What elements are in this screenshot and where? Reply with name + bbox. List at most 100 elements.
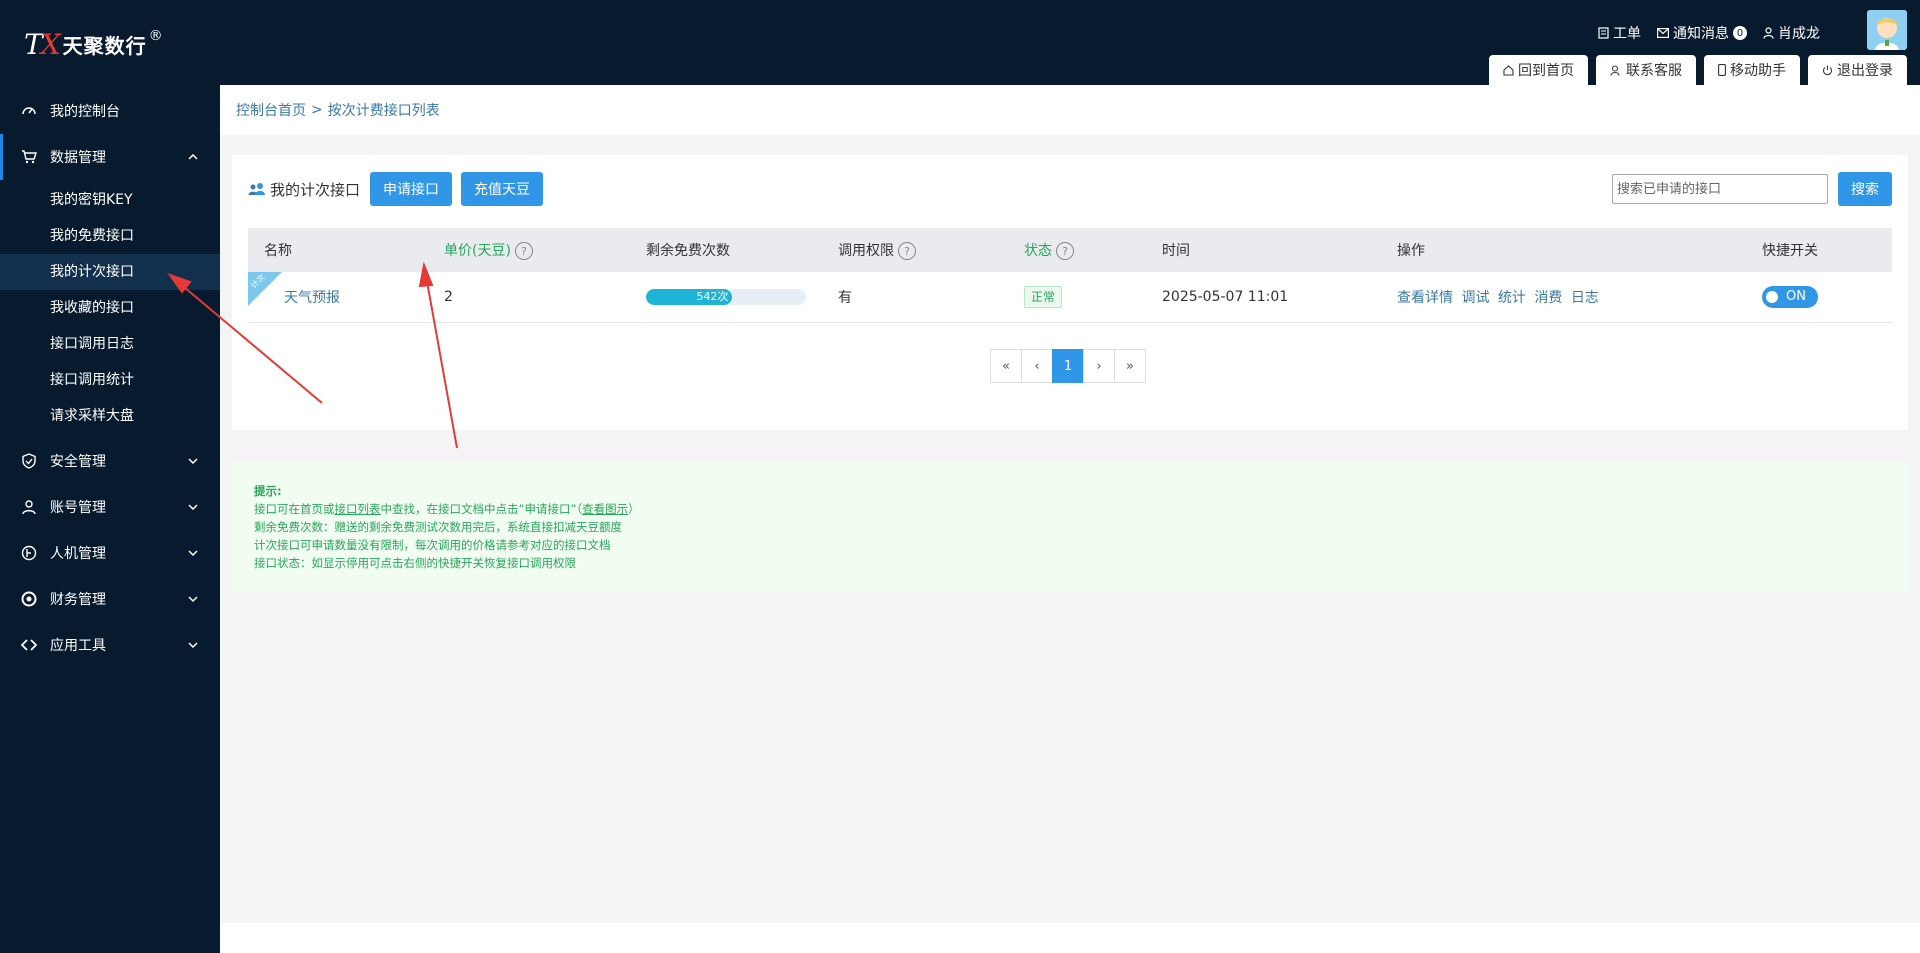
help-icon[interactable]: ?	[898, 242, 916, 260]
breadcrumb-current: 按次计费接口列表	[327, 103, 440, 119]
users-icon	[248, 183, 265, 195]
page-next-button[interactable]: ›	[1083, 349, 1115, 383]
sidebar-item-label: 人机管理	[50, 546, 106, 562]
sidebar-item-tools[interactable]: 应用工具	[0, 622, 220, 668]
page-last-button[interactable]: »	[1114, 349, 1146, 383]
sidebar-subitem-free-api[interactable]: 我的免费接口	[0, 218, 220, 254]
help-icon[interactable]: ?	[514, 242, 533, 260]
api-list-link[interactable]: 接口列表	[335, 502, 381, 516]
quick-switch-toggle[interactable]: ON	[1762, 285, 1818, 308]
chevron-down-icon	[186, 546, 200, 560]
sidebar-item-account[interactable]: 账号管理	[0, 484, 220, 530]
sidebar-subitem-metered-api[interactable]: 我的计次接口	[0, 254, 220, 290]
sidebar-item-label: 应用工具	[50, 638, 106, 654]
tip-text: ）	[628, 502, 640, 516]
sidebar-subitem-call-log[interactable]: 接口调用日志	[0, 326, 220, 362]
avatar[interactable]	[1867, 10, 1907, 50]
dashboard-icon	[20, 102, 38, 120]
col-ops: 操作	[1381, 228, 1746, 272]
sidebar-item-data-management[interactable]: 数据管理	[0, 134, 220, 180]
col-time: 时间	[1146, 228, 1381, 272]
col-switch: 快捷开关	[1746, 228, 1892, 272]
mail-icon	[1657, 28, 1669, 38]
table-header-row: 名称 单价(天豆)? 剩余免费次数 调用权限? 状态? 时间 操作 快捷开关	[248, 228, 1892, 272]
recharge-button[interactable]: 充值天豆	[461, 172, 544, 206]
tip-text: 中查找，在接口文档中点击“申请接口”（	[380, 502, 583, 516]
logo[interactable]: TX 天聚数行 ®	[24, 26, 163, 62]
sidebar-subitem-call-stats[interactable]: 接口调用统计	[0, 362, 220, 398]
cell-time: 2025-05-07 11:01	[1146, 272, 1381, 323]
sidebar-item-security[interactable]: 安全管理	[0, 438, 220, 484]
page-prev-button[interactable]: ‹	[1021, 349, 1053, 383]
document-icon	[1598, 27, 1609, 39]
top-links: 工单 通知消息 0 肖成龙	[1582, 23, 1820, 43]
sidebar-item-label: 财务管理	[50, 592, 106, 608]
search-input[interactable]	[1612, 174, 1828, 204]
tip-box: 提示: 接口可在首页或接口列表中查找，在接口文档中点击“申请接口”（查看图示） …	[232, 462, 1908, 592]
user-icon	[20, 498, 38, 516]
sidebar-item-console[interactable]: 我的控制台	[0, 88, 220, 134]
chevron-down-icon	[186, 638, 200, 652]
page-first-button[interactable]: «	[990, 349, 1022, 383]
view-details-link[interactable]: 查看详情	[1397, 290, 1453, 306]
sidebar-item-human-machine[interactable]: 人机管理	[0, 530, 220, 576]
sidebar-item-finance[interactable]: 财务管理	[0, 576, 220, 622]
col-permission: 调用权限?	[822, 228, 1008, 272]
search-button[interactable]: 搜索	[1838, 172, 1892, 206]
panel-title-text: 我的计次接口	[270, 180, 361, 199]
power-icon	[1822, 65, 1833, 75]
col-status[interactable]: 状态?	[1008, 228, 1146, 272]
api-name-link[interactable]: 天气预报	[284, 290, 340, 306]
remaining-progress-fill: 542次	[646, 288, 733, 305]
tab-home[interactable]: 回到首页	[1489, 55, 1588, 85]
apply-api-button[interactable]: 申请接口	[370, 172, 453, 206]
headset-icon	[1610, 64, 1620, 76]
robot-icon	[20, 544, 38, 562]
ticket-label: 工单	[1613, 26, 1641, 42]
help-icon[interactable]: ?	[1056, 242, 1074, 260]
metered-api-panel: 我的计次接口 申请接口 充值天豆 搜索 名称 单价(天豆)? 剩余免费次数 调用…	[232, 155, 1908, 430]
sidebar: TX 天聚数行 ® 我的控制台 数据管理 我的密钥KEY 我的免费接口 我的计次…	[0, 0, 220, 953]
notice-link[interactable]: 通知消息 0	[1657, 23, 1747, 43]
breadcrumb-home[interactable]: 控制台首页	[236, 100, 306, 120]
user-link[interactable]: 肖成龙	[1763, 23, 1820, 43]
home-icon	[1503, 64, 1514, 76]
panel-header: 我的计次接口 申请接口 充值天豆	[248, 172, 552, 206]
finance-icon	[20, 590, 38, 608]
cell-ops: 查看详情 调试 统计 消费 日志	[1381, 272, 1746, 323]
sidebar-subitem-sampling[interactable]: 请求采样大盘	[0, 398, 220, 434]
remaining-progress: 542次	[646, 288, 806, 305]
top-header: 工单 通知消息 0 肖成龙 回到首页 联系客服 移动助手 退出登录	[220, 0, 1920, 85]
tip-line-1: 接口可在首页或接口列表中查找，在接口文档中点击“申请接口”（查看图示）	[254, 500, 1908, 518]
sidebar-item-label: 数据管理	[50, 150, 106, 166]
view-illustration-link[interactable]: 查看图示	[582, 502, 628, 516]
consumption-link[interactable]: 消费	[1534, 290, 1562, 306]
shield-icon	[20, 452, 38, 470]
col-remaining: 剩余免费次数	[630, 228, 822, 272]
tip-title: 提示:	[254, 484, 282, 498]
footer-strip	[220, 923, 1920, 953]
debug-link[interactable]: 调试	[1461, 290, 1489, 306]
notice-count-badge: 0	[1733, 26, 1747, 40]
col-name: 名称	[248, 228, 428, 272]
sidebar-item-label: 账号管理	[50, 500, 106, 516]
chevron-down-icon	[186, 500, 200, 514]
cell-name: 计次 天气预报	[248, 272, 428, 323]
cell-remaining: 542次	[630, 272, 822, 323]
cell-permission: 有	[822, 272, 1008, 323]
page-number-button[interactable]: 1	[1052, 349, 1084, 383]
logo-text: 天聚数行	[62, 33, 147, 58]
sidebar-subitem-key[interactable]: 我的密钥KEY	[0, 182, 220, 218]
log-link[interactable]: 日志	[1571, 290, 1599, 306]
col-price[interactable]: 单价(天豆)?	[428, 228, 630, 272]
tab-logout[interactable]: 退出登录	[1808, 55, 1907, 85]
user-name: 肖成龙	[1778, 26, 1820, 42]
stats-link[interactable]: 统计	[1498, 290, 1526, 306]
ticket-link[interactable]: 工单	[1598, 23, 1641, 43]
col-price-label: 单价(天豆)	[444, 243, 511, 259]
sidebar-subitem-favorites[interactable]: 我收藏的接口	[0, 290, 220, 326]
mobile-icon	[1718, 64, 1726, 76]
breadcrumb: 控制台首页 > 按次计费接口列表	[220, 85, 1920, 135]
tab-service[interactable]: 联系客服	[1596, 55, 1696, 85]
tab-mobile[interactable]: 移动助手	[1704, 55, 1800, 85]
